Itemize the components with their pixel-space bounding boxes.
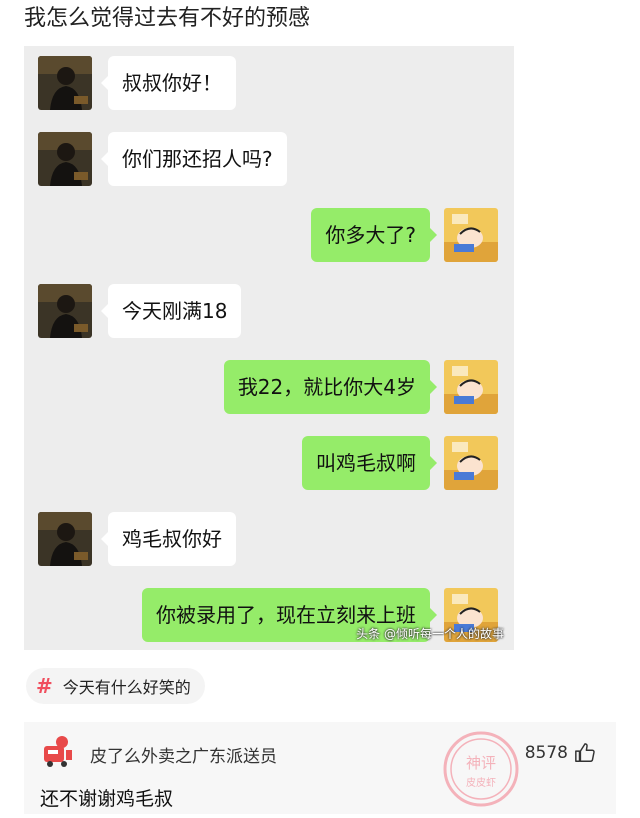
- message-bubble-incoming: 今天刚满18: [100, 284, 242, 338]
- stamp-text-top: 神评: [466, 754, 496, 772]
- user-avatar: [444, 208, 498, 262]
- source-watermark: 头条 @倾听每一个人的故事: [356, 627, 504, 641]
- comment-text: 还不谢谢鸡毛叔: [40, 788, 174, 810]
- like-count-value: 8578: [524, 743, 568, 763]
- message-bubble-outgoing: 你多大了?: [311, 208, 437, 262]
- message-bubble-incoming: 叔叔你好！: [101, 56, 236, 110]
- message-bubble-outgoing: 我22，就比你大4岁: [223, 360, 438, 414]
- like-count[interactable]: 8578: [525, 742, 596, 764]
- thumbs-up-icon[interactable]: [574, 742, 596, 764]
- top-comment: 皮了么外卖之广东派送员 8578 神评 皮皮虾 还不谢谢鸡毛叔: [24, 722, 616, 814]
- message-bubble-outgoing: 叫鸡毛叔啊: [302, 436, 437, 490]
- contact-avatar: [38, 284, 92, 338]
- user-avatar: [444, 436, 498, 490]
- commenter-username[interactable]: 皮了么外卖之广东派送员: [90, 742, 277, 767]
- topic-tag[interactable]: # 今天有什么好笑的: [26, 668, 205, 704]
- post-title: 我怎么觉得过去有不好的预感: [24, 6, 311, 31]
- top-comment-stamp: 神评 皮皮虾: [436, 724, 526, 814]
- commenter-avatar[interactable]: [40, 734, 74, 768]
- chat-screenshot: 叔叔你好！ 你们那还招人吗? 你多大了? 今天刚满18 我22，就比你大4岁 叫…: [24, 46, 514, 650]
- contact-avatar: [38, 512, 92, 566]
- user-avatar: [444, 360, 498, 414]
- message-bubble-incoming: 你们那还招人吗?: [101, 132, 287, 186]
- contact-avatar: [38, 132, 92, 186]
- message-bubble-incoming: 鸡毛叔你好: [101, 512, 236, 566]
- stamp-text-bottom: 皮皮虾: [466, 776, 496, 789]
- topic-label: 今天有什么好笑的: [62, 678, 191, 697]
- contact-avatar: [38, 56, 92, 110]
- hash-icon: #: [36, 674, 53, 698]
